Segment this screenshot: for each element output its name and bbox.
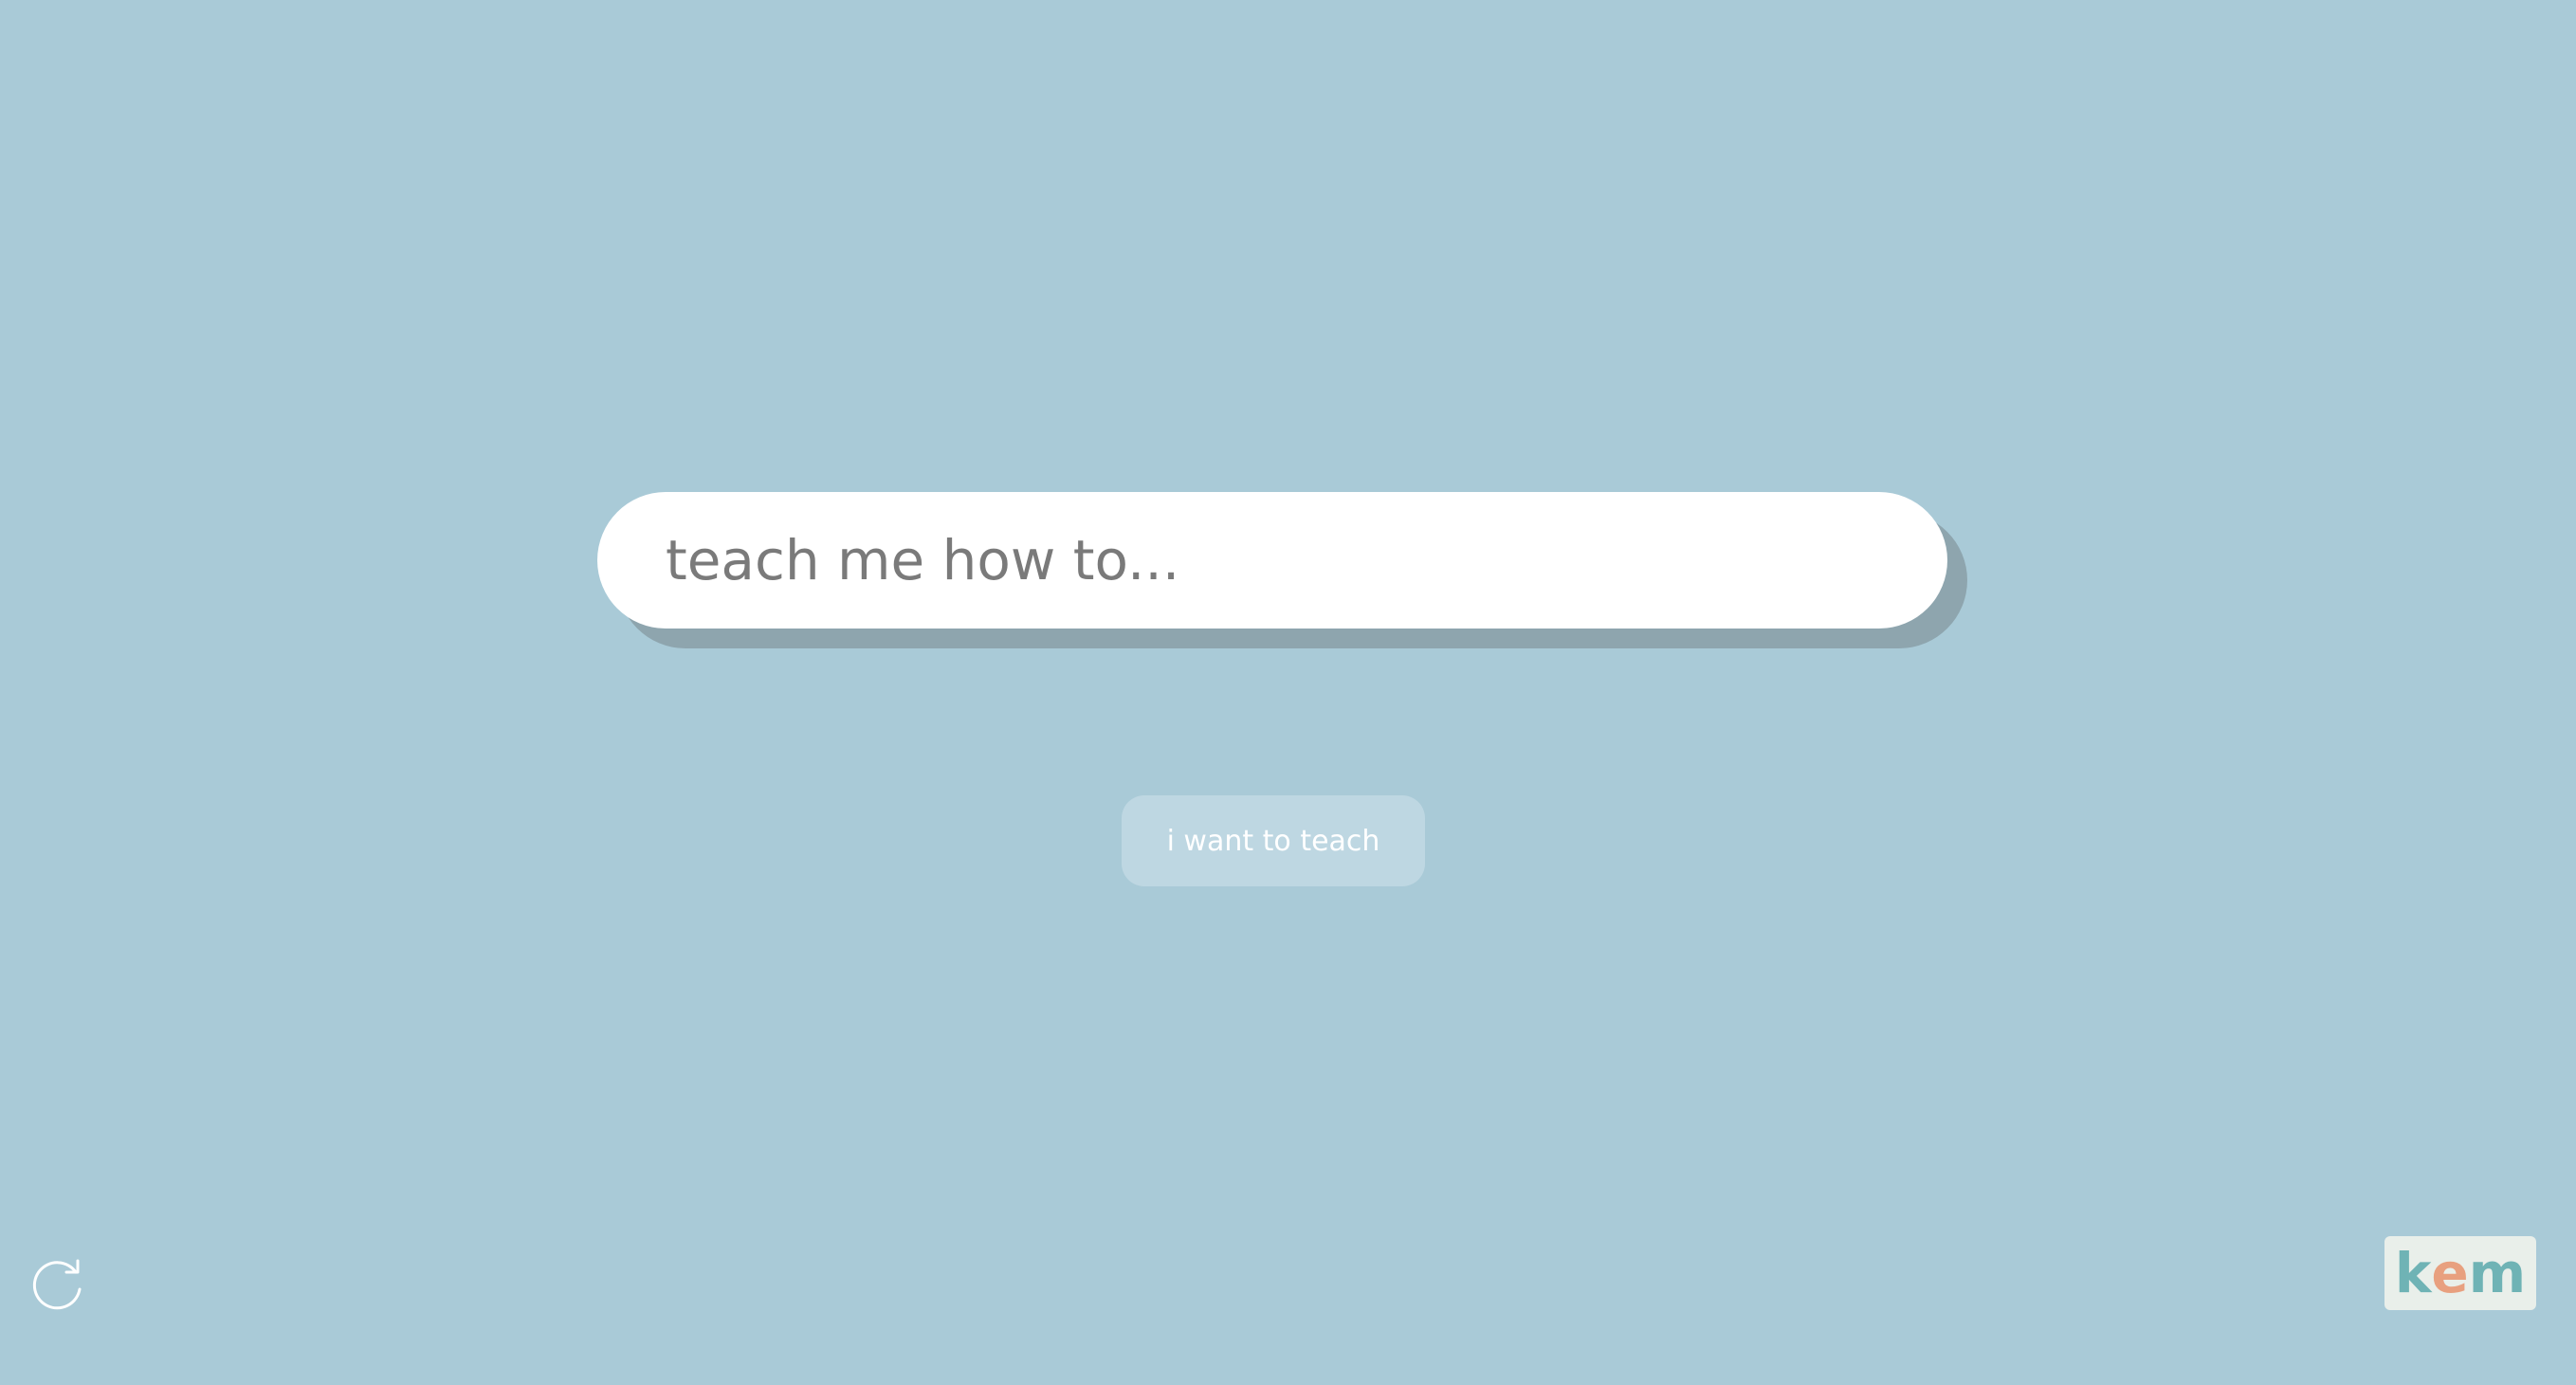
teach-button[interactable]: i want to teach [1122,795,1425,886]
search-container [597,492,1967,648]
kem-logo[interactable]: kem [2384,1236,2536,1310]
refresh-icon-svg [32,1259,82,1310]
search-bar[interactable] [597,492,1947,629]
search-input[interactable] [666,513,1898,608]
logo-letter-k: k [2394,1241,2432,1305]
logo-letter-e: e [2431,1241,2469,1305]
refresh-icon[interactable] [30,1257,87,1314]
logo-letter-m: m [2468,1241,2527,1305]
page: i want to teach kem [0,0,2576,1385]
